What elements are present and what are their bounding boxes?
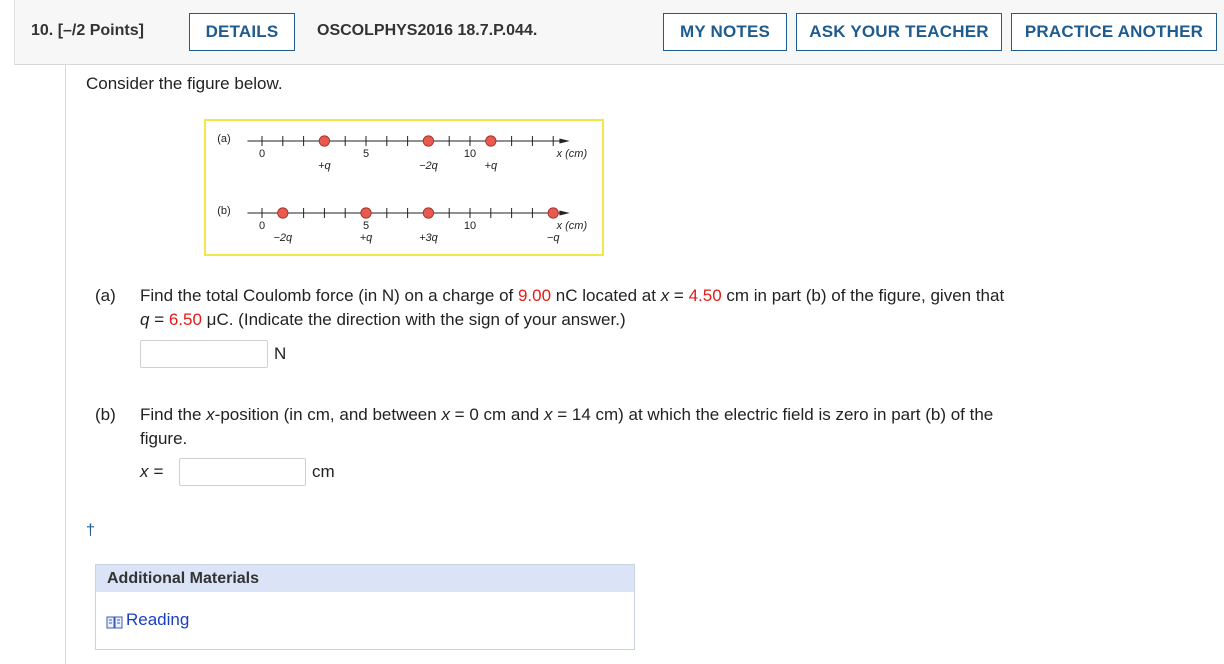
part-b-charge-dot: [277, 207, 289, 219]
additional-materials-panel: Additional Materials Reading: [95, 564, 635, 650]
part-a-xvar: x: [660, 286, 670, 305]
part-a-tick-label: 0: [259, 148, 265, 160]
part-a-charge-label: +q: [318, 160, 331, 172]
part-a-text1: Find the total Coulomb force (in N) on a…: [140, 286, 518, 305]
part-a-axis-unit: x (cm): [556, 148, 588, 160]
additional-materials-title: Additional Materials: [96, 565, 634, 592]
part-b-charge-label: −q: [547, 232, 560, 244]
part-b-unit: cm: [312, 462, 335, 481]
part-b-tick-label: 5: [363, 220, 369, 232]
part-b-charge-label: +3q: [419, 232, 439, 244]
part-b-x-label: x =: [140, 462, 164, 481]
part-a-charge-dot: [485, 135, 497, 147]
part-a-charge-dot: [422, 135, 434, 147]
part-b-xvar2: x: [441, 405, 450, 424]
practice-another-button[interactable]: PRACTICE ANOTHER: [1011, 13, 1217, 51]
part-a-charge-dot: [318, 135, 331, 147]
part-b-answer-input[interactable]: [179, 458, 306, 486]
part-b-text1: Find the: [140, 405, 207, 424]
part-a-label: (a): [217, 133, 230, 145]
part-b-axis-unit: x (cm): [556, 220, 588, 232]
part-b-tick-label: 10: [464, 220, 476, 232]
charge-diagram: (a) 0 5 10 x (cm) +q −2q +q (b) 0 5 10 x (cm) −2q +q +3…: [217, 133, 588, 244]
part-b-text2: -position (in cm, and between: [214, 405, 442, 424]
part-a-tick-label: 10: [464, 148, 476, 160]
book-icon: [106, 614, 123, 628]
part-a-text6: μC. (Indicate the direction with the sig…: [201, 310, 626, 329]
part-b-text4: = 14 cm) at which the electric field is …: [552, 405, 994, 424]
part-b-charge-dot: [547, 207, 559, 219]
part-a-charge-label: +q: [485, 160, 498, 172]
part-a-q-value: 6.50: [168, 310, 202, 329]
part-a-text-line2: q = 6.50 μC. (Indicate the direction wit…: [140, 310, 626, 330]
part-a-text-line1: Find the total Coulomb force (in N) on a…: [140, 286, 1004, 306]
part-b-label: (b): [217, 205, 230, 217]
part-a-text5: =: [149, 310, 169, 329]
dagger-link[interactable]: †: [86, 522, 95, 540]
part-a-unit: N: [274, 344, 287, 363]
part-b-text-line1: Find the x-position (in cm, and between …: [140, 405, 993, 425]
reading-link[interactable]: Reading: [106, 610, 189, 630]
my-notes-button[interactable]: MY NOTES: [663, 13, 787, 51]
part-b-charge-dot: [360, 207, 372, 219]
question-header: 10. [–/2 Points] DETAILS OSCOLPHYS2016 1…: [14, 0, 1224, 65]
part-a-letter: (a): [95, 286, 116, 305]
charge-figure: (a) 0 5 10 x (cm) +q −2q +q (b) 0 5 10 x (cm) −2q +q +3…: [204, 119, 604, 256]
part-b-charge-label: +q: [360, 232, 373, 244]
part-a-charge-label: −2q: [419, 160, 439, 172]
part-a-answer-input[interactable]: [140, 340, 268, 368]
ask-teacher-button[interactable]: ASK YOUR TEACHER: [796, 13, 1002, 51]
part-a-charge-value: 9.00: [517, 286, 552, 305]
part-b-tick-label: 0: [259, 220, 265, 232]
details-button[interactable]: DETAILS: [189, 13, 295, 51]
part-a-question: (a): [95, 286, 116, 306]
part-a-text2: nC located at: [551, 286, 661, 305]
part-b-text-line2: figure.: [140, 429, 188, 448]
part-b-axis-arrow: [559, 210, 570, 216]
part-b-charge-dot: [422, 207, 434, 219]
part-b-xvar1: x: [206, 405, 215, 424]
assignment-code: OSCOLPHYS2016 18.7.P.044.: [317, 22, 538, 39]
part-b-charge-label: −2q: [273, 232, 293, 244]
part-a-text3: =: [669, 286, 689, 305]
question-intro: Consider the figure below.: [86, 74, 283, 93]
part-a-position-value: 4.50: [688, 286, 722, 305]
part-b-text3: = 0 cm and: [449, 405, 544, 424]
part-b-letter: (b): [95, 405, 116, 424]
reading-label: Reading: [126, 610, 190, 629]
part-a-text4: cm in part (b) of the figure, given that: [721, 286, 1005, 305]
part-a-axis-arrow: [559, 138, 570, 144]
question-number: 10. [–/2 Points]: [31, 22, 144, 39]
part-a-tick-label: 5: [363, 148, 369, 160]
